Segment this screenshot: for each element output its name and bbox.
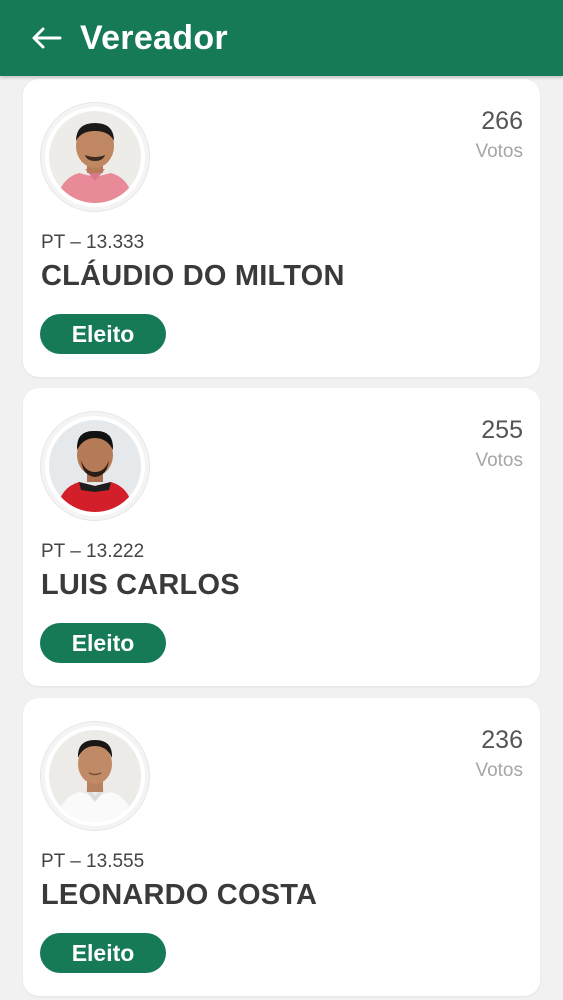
avatar bbox=[40, 102, 150, 212]
votes-count: 236 bbox=[481, 726, 523, 754]
avatar bbox=[40, 411, 150, 521]
votes-label: Votos bbox=[475, 760, 523, 781]
votes-count: 266 bbox=[481, 107, 523, 135]
candidate-card[interactable]: 236 Votos PT – 13.555 LEONARDO COSTA Ele… bbox=[23, 698, 540, 996]
candidate-photo bbox=[49, 420, 141, 512]
status-badge: Eleito bbox=[40, 933, 166, 973]
page-title: Vereador bbox=[80, 18, 228, 57]
avatar bbox=[40, 721, 150, 831]
party-number: PT – 13.555 bbox=[41, 851, 145, 872]
candidate-card[interactable]: 266 Votos PT – 13.333 CLÁUDIO DO MILTON … bbox=[23, 79, 540, 377]
party-number: PT – 13.222 bbox=[41, 541, 145, 562]
candidate-card[interactable]: 255 Votos PT – 13.222 LUIS CARLOS Eleito bbox=[23, 388, 540, 686]
party-number: PT – 13.333 bbox=[41, 232, 145, 253]
votes-label: Votos bbox=[475, 141, 523, 162]
candidate-name: LEONARDO COSTA bbox=[41, 879, 318, 911]
status-badge: Eleito bbox=[40, 314, 166, 354]
candidate-name: CLÁUDIO DO MILTON bbox=[41, 260, 345, 292]
votes-label: Votos bbox=[475, 450, 523, 471]
candidate-photo bbox=[49, 111, 141, 203]
status-badge: Eleito bbox=[40, 623, 166, 663]
back-button[interactable] bbox=[26, 18, 66, 58]
candidate-photo bbox=[49, 730, 141, 822]
arrow-left-icon bbox=[32, 27, 62, 49]
app-bar: Vereador bbox=[0, 0, 563, 76]
votes-count: 255 bbox=[481, 416, 523, 444]
candidate-name: LUIS CARLOS bbox=[41, 569, 240, 601]
